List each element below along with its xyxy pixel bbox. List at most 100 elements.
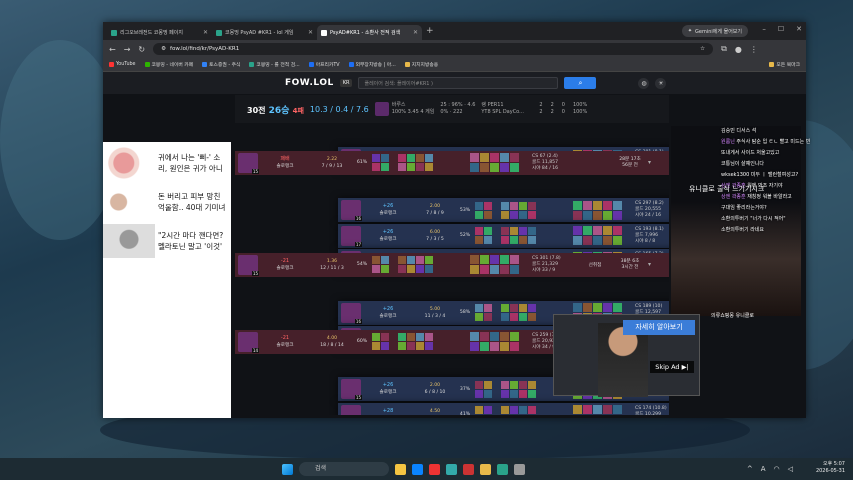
champion-portrait[interactable]: 16 xyxy=(341,200,362,222)
ad-item[interactable]: "2시간 마다 깬다면? 멜라토닌 말고 '이것' xyxy=(103,223,231,259)
app-icon[interactable] xyxy=(463,463,474,475)
site-info-icon[interactable]: ⚙ xyxy=(161,46,166,52)
item-icon xyxy=(528,389,536,398)
champion-portrait[interactable]: 15 xyxy=(238,152,259,174)
champion-portrait[interactable]: 15 xyxy=(238,254,259,276)
learn-more-button[interactable]: 자세히 알아보기 xyxy=(623,320,695,335)
edge-icon[interactable] xyxy=(412,463,423,475)
volume-icon[interactable]: ◁ xyxy=(788,465,793,473)
item-icon xyxy=(510,201,518,210)
new-tab-icon[interactable]: + xyxy=(426,26,434,36)
close-window-icon[interactable]: ✕ xyxy=(796,25,802,33)
url-field[interactable]: ⚙ fow.lol/find/kr/PsyAD-KR1 ☆ xyxy=(153,43,714,55)
bookmark-item[interactable]: 아프리카TV xyxy=(308,61,340,68)
ime-indicator[interactable]: A xyxy=(761,465,766,473)
bookmark-item[interactable]: 코몽띵 - 네이버 카페 xyxy=(144,61,193,68)
team-champion-icon xyxy=(573,405,582,415)
bookmark-item[interactable]: 지치지방송용 xyxy=(404,61,438,68)
spell-rune-icon xyxy=(475,380,483,389)
lp-change: +26 xyxy=(382,305,394,312)
match-row[interactable]: 16 +26 솔로랭크 2.00 7 / 8 / 9 53% CS 297 (8.2… xyxy=(338,198,669,223)
file-explorer-icon[interactable] xyxy=(395,463,406,475)
all-bookmarks[interactable]: 모든 북마크 xyxy=(769,61,800,68)
match-row[interactable]: 17 +26 솔로랭크 6.00 7 / 3 / 5 52% CS 193 (8.1… xyxy=(338,223,669,248)
champion-portrait[interactable]: 16 xyxy=(341,404,361,415)
bookmark-item[interactable]: 코몽띵 - 롤 전적 검... xyxy=(249,61,300,68)
item-icon xyxy=(510,313,518,322)
queue-mode: 솔로랭크 xyxy=(276,342,294,348)
ad-image xyxy=(103,224,155,258)
tab-1[interactable]: 리그오브레전드 코몽띵 페이지 ✕ xyxy=(107,25,212,40)
bookmark-item[interactable]: 토스증권 - 주식 xyxy=(202,61,240,68)
forward-icon[interactable]: → xyxy=(124,45,131,54)
team-champion-icon xyxy=(490,163,499,173)
spells-runes xyxy=(475,380,495,398)
region-select[interactable]: KR xyxy=(339,79,353,87)
app-icon[interactable] xyxy=(514,463,525,475)
item-icon xyxy=(510,389,518,398)
champion-portrait[interactable]: 15 xyxy=(341,379,362,401)
reload-icon[interactable]: ↻ xyxy=(138,45,145,54)
team-champion-icon xyxy=(500,255,509,265)
close-tab-icon[interactable]: ✕ xyxy=(308,29,313,36)
lp-change: -21 xyxy=(280,257,290,264)
item-icon xyxy=(519,227,527,236)
star-icon[interactable]: ☆ xyxy=(700,46,705,52)
ad-item[interactable]: 귀에서 나는 '삐-' 소 리, 원인은 귀가 아니 xyxy=(103,145,231,181)
match-row[interactable]: 15 패배 솔로랭크 2.22 7 / 9 / 13 61% CS 67 (2.4)… xyxy=(235,150,669,175)
champion-portrait[interactable]: 14 xyxy=(238,331,259,353)
close-tab-icon[interactable]: ✕ xyxy=(413,29,418,36)
gemini-button[interactable]: ✦ Gemini에게 물어보기 xyxy=(681,25,748,37)
wifi-icon[interactable]: ◠ xyxy=(774,465,780,473)
expand-chevron-icon[interactable]: ▾ xyxy=(648,159,656,166)
spell-rune-icon xyxy=(372,256,380,265)
menu-icon[interactable]: ⋮ xyxy=(750,45,758,54)
ad-item[interactable]: 돈 버리고 피부 망친 억울함.. 40대 기미녀 xyxy=(103,184,231,220)
tab-favicon-icon xyxy=(321,29,327,36)
spell-rune-icon xyxy=(475,201,483,210)
chrome-icon[interactable] xyxy=(429,463,440,475)
start-icon[interactable] xyxy=(282,463,293,475)
skip-ad-button[interactable]: Skip Ad ▶| xyxy=(650,361,694,373)
app-icon[interactable] xyxy=(497,463,508,475)
chevron-up-icon[interactable]: ^ xyxy=(747,465,753,473)
app-icon[interactable] xyxy=(480,463,491,475)
theme-icon[interactable]: ☀ xyxy=(655,77,667,89)
site-logo[interactable]: FOW.LOL xyxy=(285,78,334,88)
minimize-icon[interactable]: – xyxy=(762,25,766,33)
chat-text: 코통님이 살예인니다 xyxy=(721,161,764,167)
tab-2[interactable]: 코몽띵 PsyAD #KR1 - lol 게임 ✕ xyxy=(212,25,317,40)
match-row[interactable]: 16 +28솔로랭크 4.507 / 2 / 2 41% CS 174 (10.… xyxy=(338,402,669,415)
summoner-search-input[interactable]: 플레이어 검색: 플레이어#KR1 ) xyxy=(358,77,559,89)
taskbar-search[interactable]: 검색 xyxy=(299,462,389,476)
match-row[interactable]: 15 -21 솔로랭크 1.36 12 / 11 / 3 54% CS 301 (7… xyxy=(235,252,669,277)
tab-3[interactable]: PsyAD#KR1 - 소환사 전적 검색 ✕ xyxy=(317,25,422,40)
spell-rune-icon xyxy=(372,333,380,342)
item-icon xyxy=(425,154,433,163)
bookmark-item[interactable]: 외부장치방송 | 아... xyxy=(348,61,396,68)
globe-icon[interactable]: ◍ xyxy=(638,77,650,89)
store-icon[interactable] xyxy=(446,463,457,475)
maximize-icon[interactable]: ☐ xyxy=(778,25,784,33)
team-champion-icon xyxy=(500,153,509,163)
kda-score: 12 / 11 / 3 xyxy=(320,265,344,271)
rank-table: 랭 PER11 2 2 0 100% YT8 SPL DayCo... 2 2 0 100% xyxy=(481,102,591,116)
back-icon[interactable]: ← xyxy=(109,45,116,54)
spell-rune-icon xyxy=(484,201,492,210)
search-button[interactable]: ⌕ xyxy=(564,77,597,89)
team-champion-icon xyxy=(510,255,519,265)
expand-chevron-icon[interactable]: ▾ xyxy=(648,261,656,268)
extensions-icon[interactable]: ⧉ xyxy=(721,44,727,54)
champion-portrait[interactable]: 16 xyxy=(341,302,362,324)
ad-video-popup[interactable]: 자세히 알아보기 Skip Ad ▶| xyxy=(553,314,700,397)
item-icon xyxy=(519,236,527,245)
clock[interactable]: 오후 5:07 2026-05-31 xyxy=(816,461,845,475)
ad-panel[interactable]: 귀에서 나는 '삐-' 소 리, 원인은 귀가 아니 돈 버리고 피부 망친 억… xyxy=(103,142,231,418)
bookmark-item[interactable]: YouTube xyxy=(109,62,136,67)
item-icon xyxy=(510,304,518,313)
champion-portrait[interactable]: 17 xyxy=(341,225,362,247)
item-icon xyxy=(398,265,406,274)
close-tab-icon[interactable]: ✕ xyxy=(203,29,208,36)
kill-participation: 41% xyxy=(459,412,471,415)
profile-avatar[interactable]: ● xyxy=(735,45,742,54)
